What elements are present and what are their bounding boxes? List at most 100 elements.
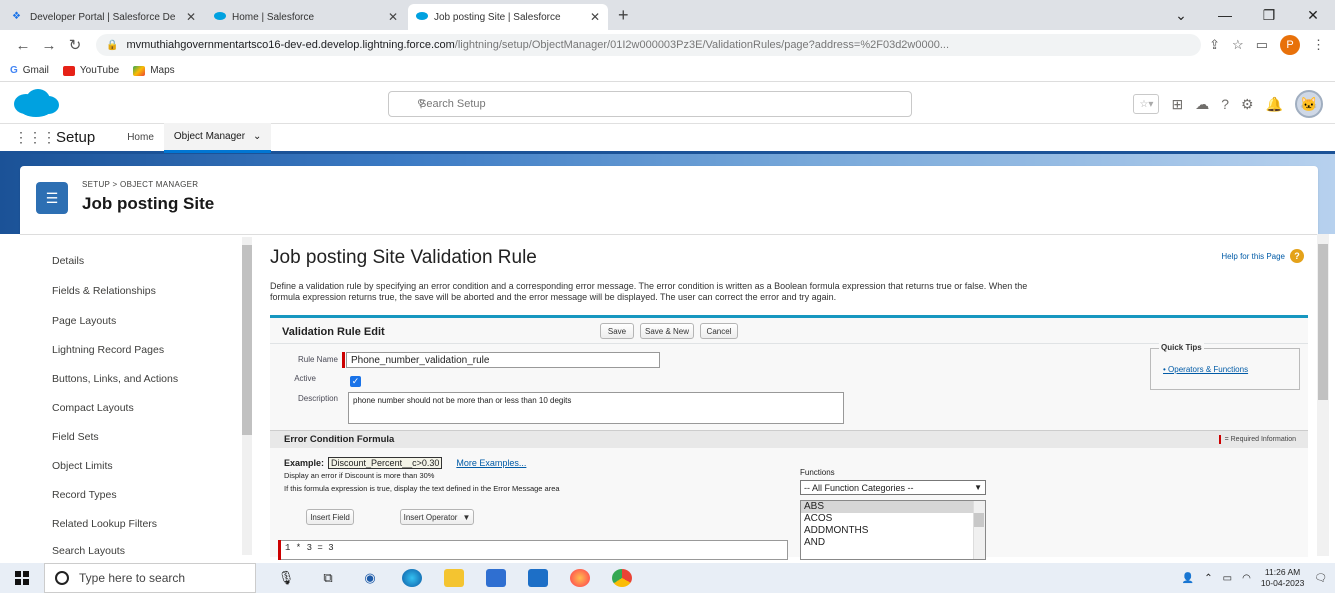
cancel-button[interactable]: Cancel — [700, 323, 738, 339]
mail-icon[interactable] — [528, 569, 548, 587]
page-scroll-thumb[interactable] — [1318, 244, 1328, 400]
browser-tab-developer-portal[interactable]: ❖ Developer Portal | Salesforce De ✕ — [4, 4, 204, 30]
wifi-icon[interactable]: ◠ — [1242, 573, 1251, 584]
salesforce-cloud-icon — [214, 11, 226, 23]
tab-label: Developer Portal | Salesforce De — [30, 11, 176, 23]
nav-object-manager[interactable]: Object Manager ⌄ — [163, 122, 272, 153]
functions-scroll-thumb[interactable] — [974, 513, 984, 527]
browser-toolbar-icons: ⇪ ☆ ▭ P ⋮ — [1209, 35, 1325, 55]
reload-icon[interactable]: ↻ — [62, 36, 88, 54]
functions-scrollbar[interactable] — [973, 501, 985, 559]
header-utility-icons: ☆▾ ⊞ ☁ ? ⚙ 🔔 🐱 — [1133, 90, 1323, 118]
sidebar-item-search-layouts[interactable]: Search Layouts — [52, 545, 125, 557]
trailhead-icon[interactable]: ☁ — [1195, 96, 1209, 113]
lock-icon[interactable]: 🔒 — [106, 40, 118, 51]
function-item[interactable]: ABS — [801, 501, 973, 513]
bookmark-maps[interactable]: Maps — [133, 65, 175, 76]
sidebar-item-object-limits[interactable]: Object Limits — [52, 460, 113, 472]
sidebar-item-record-types[interactable]: Record Types — [52, 489, 117, 501]
browser-tab-home[interactable]: Home | Salesforce ✕ — [206, 4, 406, 30]
global-actions-icon[interactable]: ⊞ — [1171, 96, 1183, 113]
tab-search-icon[interactable]: ⌄ — [1159, 7, 1203, 24]
sidebar-item-lightning-record-pages[interactable]: Lightning Record Pages — [52, 344, 164, 356]
required-legend: = Required Information — [1218, 435, 1296, 444]
app-launcher-icon[interactable]: ⋮⋮⋮ — [14, 129, 56, 146]
battery-icon[interactable]: ▭ — [1223, 573, 1232, 584]
sidebar-scroll-thumb[interactable] — [242, 245, 252, 435]
back-icon[interactable]: ← — [10, 37, 36, 54]
sidebar-item-related-lookup-filters[interactable]: Related Lookup Filters — [52, 518, 157, 530]
bookmark-label: Maps — [150, 65, 175, 76]
close-tab-icon[interactable]: ✕ — [388, 10, 398, 24]
sidebar-item-fields-relationships[interactable]: Fields & Relationships — [52, 285, 156, 297]
browser-tab-job-posting[interactable]: Job posting Site | Salesforce ✕ — [408, 4, 608, 30]
taskbar-search-input[interactable]: Type here to search — [44, 563, 256, 593]
help-icon[interactable]: ? — [1221, 96, 1229, 112]
camera-app-icon[interactable]: ◉ — [360, 569, 380, 587]
chevron-down-icon[interactable]: ⌄ — [253, 131, 261, 142]
active-checkbox[interactable]: ✓ — [350, 376, 361, 387]
operators-functions-label: Operators & Functions — [1168, 365, 1249, 374]
bookmark-label: Gmail — [22, 65, 49, 76]
bookmarks-bar: G Gmail YouTube Maps — [0, 60, 1335, 82]
favorites-icon[interactable]: ☆▾ — [1133, 94, 1160, 114]
function-category-select[interactable]: -- All Function Categories -- ▼ — [800, 480, 986, 495]
close-tab-icon[interactable]: ✕ — [590, 10, 600, 24]
save-new-button[interactable]: Save & New — [640, 323, 694, 339]
object-body: Details Fields & Relationships Page Layo… — [20, 234, 1318, 560]
share-icon[interactable]: ⇪ — [1209, 37, 1220, 53]
save-button[interactable]: Save — [600, 323, 634, 339]
store-icon[interactable] — [486, 569, 506, 587]
sidebar-item-compact-layouts[interactable]: Compact Layouts — [52, 402, 134, 414]
formula-editor[interactable]: 1 * 3 = 3 — [278, 540, 788, 560]
bookmark-youtube[interactable]: YouTube — [62, 65, 119, 76]
sidebar-item-details[interactable]: Details — [52, 255, 84, 267]
microphone-icon[interactable]: 🎙 — [276, 569, 296, 587]
chrome-icon[interactable] — [612, 569, 632, 587]
sidebar-item-field-sets[interactable]: Field Sets — [52, 431, 99, 443]
insert-operator-button[interactable]: Insert Operator ▼ — [400, 509, 474, 525]
profile-avatar[interactable]: P — [1280, 35, 1300, 55]
breadcrumb[interactable]: SETUP > OBJECT MANAGER — [82, 180, 198, 189]
setup-search-input[interactable]: ⚲ Search Setup — [388, 91, 912, 117]
function-item[interactable]: ACOS — [801, 513, 973, 525]
insert-field-button[interactable]: Insert Field — [306, 509, 354, 525]
people-icon[interactable]: 👤 — [1182, 573, 1194, 584]
quick-tips-title: Quick Tips — [1159, 343, 1204, 352]
minimize-icon[interactable]: — — [1203, 7, 1247, 23]
notifications-icon[interactable]: 🗨 — [1314, 573, 1327, 584]
salesforce-logo-icon[interactable] — [12, 88, 60, 118]
url-field[interactable]: 🔒 mvmuthiahgovernmentartsco16-dev-ed.dev… — [96, 34, 1202, 56]
new-tab-icon[interactable]: + — [618, 5, 629, 26]
rule-name-input[interactable]: Phone_number_validation_rule — [346, 352, 660, 368]
menu-kebab-icon[interactable]: ⋮ — [1312, 37, 1325, 53]
close-window-icon[interactable]: ✕ — [1291, 7, 1335, 24]
more-examples-link[interactable]: More Examples... — [456, 458, 526, 468]
bookmark-star-icon[interactable]: ☆ — [1232, 37, 1244, 53]
task-view-icon[interactable]: ⧉ — [318, 569, 338, 587]
edge-browser-icon[interactable] — [402, 569, 422, 587]
function-item[interactable]: AND — [801, 537, 973, 549]
chevron-up-icon[interactable]: ⌃ — [1204, 573, 1212, 584]
nav-home[interactable]: Home — [117, 123, 164, 153]
user-avatar[interactable]: 🐱 — [1295, 90, 1323, 118]
windows-start-icon[interactable] — [0, 563, 44, 593]
operators-functions-link[interactable]: • Operators & Functions — [1163, 365, 1248, 374]
sidebar-item-buttons-links-actions[interactable]: Buttons, Links, and Actions — [52, 373, 178, 385]
gear-icon[interactable]: ⚙ — [1241, 96, 1254, 113]
description-textarea[interactable]: phone number should not be more than or … — [348, 392, 844, 424]
edit-block-title: Validation Rule Edit — [282, 326, 385, 338]
file-explorer-icon[interactable] — [444, 569, 464, 587]
sidebar-item-page-layouts[interactable]: Page Layouts — [52, 315, 116, 327]
side-panel-icon[interactable]: ▭ — [1256, 37, 1268, 53]
close-tab-icon[interactable]: ✕ — [186, 10, 196, 24]
function-item[interactable]: ADDMONTHS — [801, 525, 973, 537]
firefox-icon[interactable] — [570, 569, 590, 587]
help-for-page-link[interactable]: Help for this Page ? — [1221, 249, 1304, 263]
clock[interactable]: 11:26 AM 10-04-2023 — [1261, 567, 1304, 589]
functions-listbox[interactable]: ABS ACOS ADDMONTHS AND — [800, 500, 986, 560]
forward-icon[interactable]: → — [36, 37, 62, 54]
bell-icon[interactable]: 🔔 — [1266, 96, 1283, 113]
restore-icon[interactable]: ❐ — [1247, 7, 1291, 24]
bookmark-gmail[interactable]: G Gmail — [10, 65, 49, 76]
